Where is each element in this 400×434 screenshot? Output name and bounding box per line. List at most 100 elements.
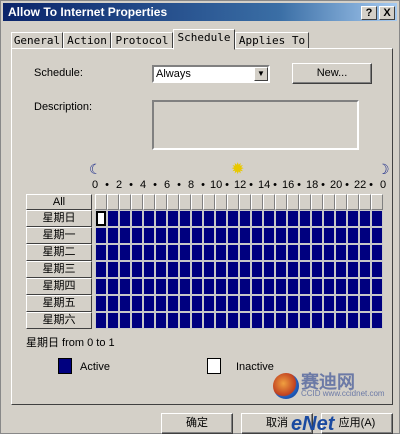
schedule-cell[interactable] — [179, 210, 191, 227]
hour-column-button[interactable] — [287, 194, 299, 210]
schedule-cell[interactable] — [371, 295, 383, 312]
hour-column-button[interactable] — [323, 194, 335, 210]
schedule-cell[interactable] — [311, 244, 323, 261]
schedule-cell[interactable] — [215, 261, 227, 278]
schedule-cell[interactable] — [299, 210, 311, 227]
schedule-cell[interactable] — [335, 227, 347, 244]
schedule-cell[interactable] — [311, 261, 323, 278]
schedule-cell[interactable] — [299, 227, 311, 244]
schedule-cell[interactable] — [227, 244, 239, 261]
schedule-cell[interactable] — [275, 312, 287, 329]
schedule-cell[interactable] — [251, 261, 263, 278]
schedule-cell[interactable] — [239, 261, 251, 278]
hour-column-button[interactable] — [203, 194, 215, 210]
schedule-cell[interactable] — [239, 312, 251, 329]
schedule-cell[interactable] — [311, 295, 323, 312]
schedule-cell[interactable] — [143, 295, 155, 312]
schedule-cell[interactable] — [335, 312, 347, 329]
schedule-cell[interactable] — [371, 244, 383, 261]
schedule-cell[interactable] — [263, 244, 275, 261]
schedule-cell[interactable] — [299, 295, 311, 312]
hour-column-button[interactable] — [155, 194, 167, 210]
schedule-cell[interactable] — [191, 227, 203, 244]
schedule-cell[interactable] — [263, 295, 275, 312]
schedule-cell[interactable] — [227, 227, 239, 244]
schedule-cell[interactable] — [95, 244, 107, 261]
schedule-cell[interactable] — [107, 312, 119, 329]
schedule-cell[interactable] — [347, 244, 359, 261]
schedule-cell[interactable] — [335, 261, 347, 278]
hour-column-button[interactable] — [131, 194, 143, 210]
schedule-cell[interactable] — [287, 278, 299, 295]
schedule-cell[interactable] — [167, 278, 179, 295]
schedule-cell[interactable] — [323, 278, 335, 295]
schedule-cell[interactable] — [167, 295, 179, 312]
hour-column-button[interactable] — [239, 194, 251, 210]
close-button[interactable]: X — [379, 6, 395, 20]
schedule-cell[interactable] — [215, 244, 227, 261]
hour-column-button[interactable] — [107, 194, 119, 210]
day-button[interactable]: 星期一 — [26, 227, 92, 244]
schedule-cell[interactable] — [263, 261, 275, 278]
schedule-cell[interactable] — [287, 244, 299, 261]
schedule-cell[interactable] — [287, 312, 299, 329]
schedule-cell[interactable] — [323, 244, 335, 261]
schedule-cell[interactable] — [203, 312, 215, 329]
schedule-cell[interactable] — [131, 210, 143, 227]
schedule-cell[interactable] — [227, 261, 239, 278]
schedule-cell[interactable] — [359, 295, 371, 312]
day-button[interactable]: 星期二 — [26, 244, 92, 261]
schedule-cell[interactable] — [107, 227, 119, 244]
schedule-cell[interactable] — [239, 278, 251, 295]
schedule-cell[interactable] — [167, 261, 179, 278]
schedule-cell[interactable] — [263, 278, 275, 295]
schedule-cell[interactable] — [143, 278, 155, 295]
schedule-cell[interactable] — [239, 244, 251, 261]
schedule-cell[interactable] — [119, 295, 131, 312]
schedule-cell[interactable] — [311, 278, 323, 295]
schedule-cell[interactable] — [215, 227, 227, 244]
schedule-cell[interactable] — [311, 312, 323, 329]
hour-column-button[interactable] — [347, 194, 359, 210]
help-button[interactable]: ? — [361, 6, 377, 20]
schedule-cell[interactable] — [371, 227, 383, 244]
schedule-cell[interactable] — [215, 278, 227, 295]
ok-button[interactable]: 确定 — [161, 413, 233, 434]
schedule-cell[interactable] — [107, 210, 119, 227]
schedule-cell[interactable] — [335, 295, 347, 312]
hour-column-button[interactable] — [335, 194, 347, 210]
hour-column-button[interactable] — [95, 194, 107, 210]
schedule-cell[interactable] — [155, 244, 167, 261]
hour-column-button[interactable] — [275, 194, 287, 210]
schedule-cell[interactable] — [119, 244, 131, 261]
schedule-select[interactable]: Always ▼ — [152, 65, 270, 83]
schedule-cell[interactable] — [263, 210, 275, 227]
schedule-cell[interactable] — [119, 278, 131, 295]
schedule-cell[interactable] — [251, 278, 263, 295]
schedule-cell[interactable] — [191, 312, 203, 329]
new-button[interactable]: New... — [292, 63, 372, 84]
schedule-cell[interactable] — [239, 210, 251, 227]
schedule-cell[interactable] — [179, 295, 191, 312]
schedule-cell[interactable] — [359, 244, 371, 261]
hour-column-button[interactable] — [227, 194, 239, 210]
schedule-cell[interactable] — [347, 261, 359, 278]
schedule-cell[interactable] — [287, 261, 299, 278]
schedule-cell[interactable] — [191, 295, 203, 312]
schedule-cell[interactable] — [131, 227, 143, 244]
schedule-cell[interactable] — [155, 312, 167, 329]
schedule-cell[interactable] — [215, 295, 227, 312]
schedule-cell[interactable] — [155, 261, 167, 278]
schedule-cell[interactable] — [167, 312, 179, 329]
schedule-cell[interactable] — [347, 295, 359, 312]
schedule-cell[interactable] — [371, 261, 383, 278]
hour-column-button[interactable] — [299, 194, 311, 210]
schedule-cell[interactable] — [167, 244, 179, 261]
hour-column-button[interactable] — [263, 194, 275, 210]
schedule-cell[interactable] — [131, 244, 143, 261]
schedule-cell[interactable] — [203, 244, 215, 261]
schedule-cell[interactable] — [287, 227, 299, 244]
schedule-cell[interactable] — [215, 312, 227, 329]
hour-column-button[interactable] — [179, 194, 191, 210]
schedule-cell[interactable] — [239, 295, 251, 312]
